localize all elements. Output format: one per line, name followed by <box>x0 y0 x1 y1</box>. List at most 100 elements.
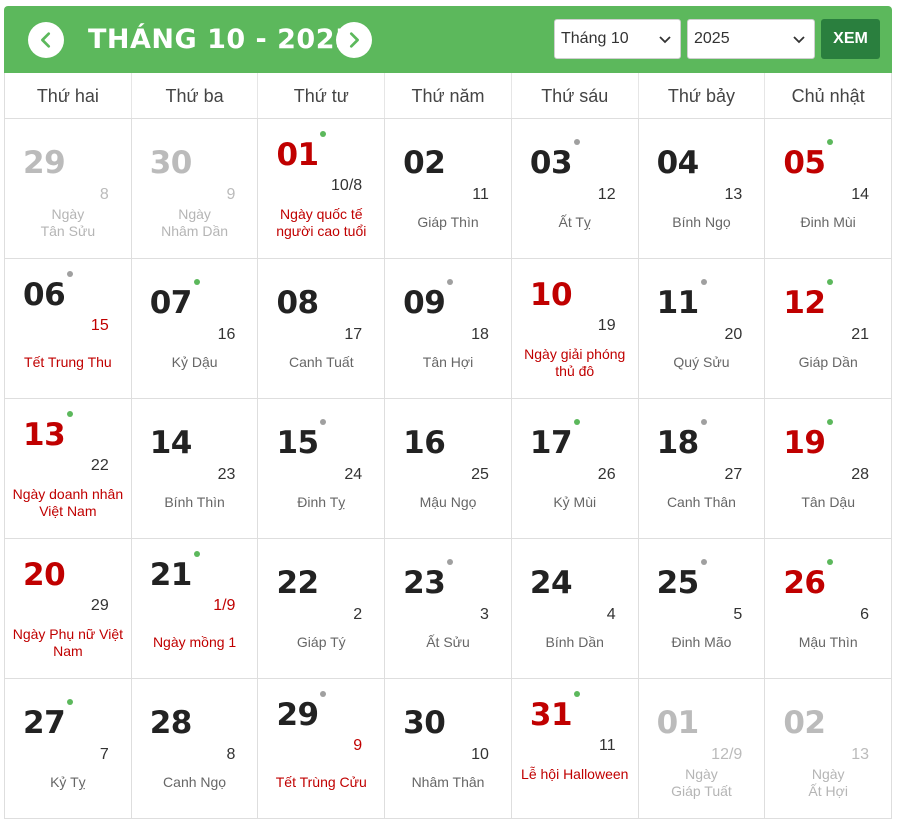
solar-date: 27 <box>23 705 66 741</box>
lunar-date: 15 <box>90 317 109 334</box>
lunar-date: 9 <box>353 737 363 754</box>
year-select[interactable]: 2025 <box>687 19 815 59</box>
good-day-dot-icon <box>827 559 834 565</box>
day-cell[interactable]: 09 18 Tân Hợi <box>385 259 512 398</box>
canchi-label: Giáp Tý <box>296 634 346 650</box>
canchi-label: Canh Tuất <box>288 354 354 370</box>
next-month-button[interactable] <box>336 22 372 58</box>
day-cell[interactable]: 17 26 Kỷ Mùi <box>512 399 639 538</box>
lunar-date: 7 <box>99 746 109 763</box>
day-cell[interactable]: 27 7 Kỷ Tỵ <box>5 679 132 818</box>
calendar-grid: Thứ hai Thứ ba Thứ tư Thứ năm Thứ sáu Thứ bảy… <box>4 73 893 819</box>
day-cell[interactable]: 15 24 Đinh Tỵ <box>258 399 386 538</box>
day-cell[interactable]: 14 23 Bính Thìn <box>132 399 259 538</box>
day-cell[interactable]: 12 21 Giáp Dần <box>765 259 893 398</box>
calendar-header: THÁNG 10 - 2025 Tháng 10 2025 XEM <box>4 6 892 73</box>
solar-date: 01 <box>276 137 319 173</box>
day-cell[interactable]: 08 17 Canh Tuất <box>258 259 386 398</box>
month-select[interactable]: Tháng 10 <box>554 19 681 59</box>
lunar-date: 27 <box>724 466 743 483</box>
canchi-label: Ngày Ất Hợi <box>808 766 848 799</box>
day-cell[interactable]: 10 19 Ngày giải phóng thủ đô <box>512 259 639 398</box>
solar-date: 30 <box>403 705 446 741</box>
lunar-date: 23 <box>217 466 236 483</box>
day-cell[interactable]: 25 5 Đinh Mão <box>639 539 766 678</box>
day-cell[interactable]: 03 12 Ất Tỵ <box>512 119 639 258</box>
day-cell[interactable]: 11 20 Quý Sửu <box>639 259 766 398</box>
neutral-day-dot-icon <box>700 419 707 425</box>
neutral-day-dot-icon <box>67 271 73 277</box>
canchi-label: Mậu Thìn <box>798 634 858 650</box>
lunar-date: 10/8 <box>331 177 363 194</box>
lunar-date: 2 <box>353 606 363 623</box>
lunar-date: 21 <box>851 326 870 343</box>
calendar: THÁNG 10 - 2025 Tháng 10 2025 XEM Thứ ha… <box>4 6 893 819</box>
day-cell[interactable]: 31 11 Lễ hội Halloween <box>512 679 639 818</box>
day-cell[interactable]: 19 28 Tân Dậu <box>765 399 893 538</box>
week-row: 27 7 Kỷ Tỵ 28 8 Canh Ngọ 29 9 Tết Trùng Cửu 30 10 N… <box>5 679 893 819</box>
day-cell[interactable]: 29 8 Ngày Tân Sửu <box>5 119 132 258</box>
solar-date: 19 <box>783 425 826 461</box>
day-cell[interactable]: 30 10 Nhâm Thân <box>385 679 512 818</box>
solar-date: 04 <box>656 145 700 181</box>
lunar-date: 13 <box>724 186 743 203</box>
canchi-label: Giáp Dần <box>798 354 858 370</box>
solar-date: 20 <box>23 557 66 593</box>
chevron-left-icon <box>41 32 51 48</box>
holiday-label: Ngày Phụ nữ Việt Nam <box>12 626 123 659</box>
day-cell[interactable]: 06 15 Tết Trung Thu <box>5 259 132 398</box>
day-cell[interactable]: 05 14 Đinh Mùi <box>765 119 893 258</box>
solar-date: 17 <box>529 425 573 461</box>
solar-date: 02 <box>783 705 826 741</box>
canchi-label: Kỷ Tỵ <box>50 774 86 790</box>
good-day-dot-icon <box>827 419 834 425</box>
day-cell[interactable]: 30 9 Ngày Nhâm Dần <box>132 119 259 258</box>
weekday-label: Thứ sáu <box>512 73 639 118</box>
lunar-date: 28 <box>851 466 870 483</box>
solar-date: 13 <box>23 417 66 453</box>
canchi-label: Ngày Giáp Tuất <box>671 766 732 799</box>
solar-date: 12 <box>783 285 826 321</box>
day-cell[interactable]: 07 16 Kỷ Dậu <box>132 259 259 398</box>
lunar-date: 14 <box>851 186 870 203</box>
good-day-dot-icon <box>573 691 580 697</box>
canchi-label: Kỷ Dậu <box>171 354 218 370</box>
solar-date: 30 <box>149 145 193 181</box>
view-button[interactable]: XEM <box>821 19 880 59</box>
day-cell[interactable]: 13 22 Ngày doanh nhân Việt Nam <box>5 399 132 538</box>
day-cell[interactable]: 01 12/9 Ngày Giáp Tuất <box>639 679 766 818</box>
lunar-date: 8 <box>99 186 109 203</box>
canchi-label: Ất Sửu <box>426 634 470 650</box>
canchi-label: Canh Ngọ <box>163 774 227 790</box>
solar-date: 02 <box>403 145 446 181</box>
day-cell[interactable]: 21 1/9 Ngày mồng 1 <box>132 539 259 678</box>
day-cell[interactable]: 24 4 Bính Dần <box>512 539 639 678</box>
neutral-day-dot-icon <box>573 139 580 145</box>
day-cell[interactable]: 22 2 Giáp Tý <box>258 539 386 678</box>
lunar-date: 8 <box>226 746 236 763</box>
day-cell[interactable]: 16 25 Mậu Ngọ <box>385 399 512 538</box>
canchi-label: Tân Hợi <box>422 354 474 370</box>
day-cell[interactable]: 04 13 Bính Ngọ <box>639 119 766 258</box>
day-cell[interactable]: 18 27 Canh Thân <box>639 399 766 538</box>
solar-date: 14 <box>149 425 193 461</box>
day-cell[interactable]: 26 6 Mậu Thìn <box>765 539 893 678</box>
day-cell[interactable]: 01 10/8 Ngày quốc tế người cao tuổi <box>258 119 386 258</box>
day-cell[interactable]: 02 11 Giáp Thìn <box>385 119 512 258</box>
prev-month-button[interactable] <box>28 22 64 58</box>
canchi-label: Ngày Nhâm Dần <box>161 206 229 239</box>
canchi-label: Nhâm Thân <box>411 774 485 790</box>
solar-date: 23 <box>403 565 446 601</box>
holiday-label: Ngày mồng 1 <box>152 634 237 650</box>
lunar-date: 5 <box>733 606 743 623</box>
day-cell[interactable]: 28 8 Canh Ngọ <box>132 679 259 818</box>
week-row: 20 29 Ngày Phụ nữ Việt Nam 21 1/9 Ngày mồng 1… <box>5 539 893 679</box>
day-cell[interactable]: 02 13 Ngày Ất Hợi <box>765 679 893 818</box>
day-cell[interactable]: 23 3 Ất Sửu <box>385 539 512 678</box>
solar-date: 06 <box>23 277 66 313</box>
month-select-value: Tháng 10 <box>561 30 629 47</box>
day-cell[interactable]: 20 29 Ngày Phụ nữ Việt Nam <box>5 539 132 678</box>
day-cell[interactable]: 29 9 Tết Trùng Cửu <box>258 679 386 818</box>
solar-date: 28 <box>149 705 193 741</box>
canchi-label: Canh Thân <box>666 494 736 510</box>
